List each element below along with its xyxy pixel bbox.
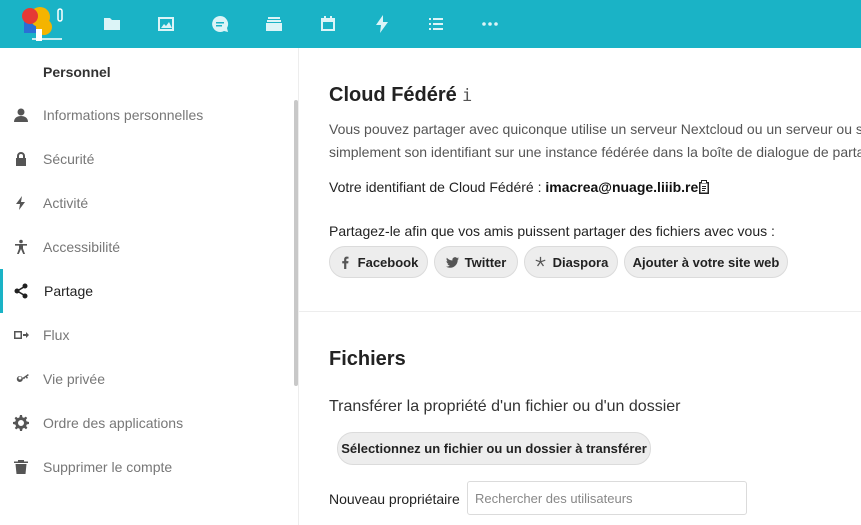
twitter-share-button[interactable]: Twitter [434,246,518,278]
photos-icon[interactable] [154,12,178,36]
sidebar-item-label: Ordre des applications [43,415,184,431]
user-search-input[interactable] [467,481,747,515]
talk-icon[interactable] [208,12,232,36]
twitter-button-label: Twitter [464,254,507,270]
gear-icon [13,415,29,431]
files-icon[interactable] [100,12,124,36]
sidebar-item-label: Partage [44,283,94,299]
activity-icon[interactable] [370,12,394,36]
federated-description-line-1: Vous pouvez partager avec quiconque util… [329,121,861,137]
sidebar-item-app-order[interactable]: Ordre des applications [0,401,296,445]
section-divider [299,311,861,312]
sidebar-item-personal-info[interactable]: Informations personnelles [0,93,296,137]
sidebar-item-security[interactable]: Sécurité [0,137,296,181]
sidebar-item-label: Flux [43,327,70,343]
more-apps-icon[interactable] [478,12,502,36]
sidebar-item-accessibility[interactable]: Accessibilité [0,225,296,269]
diaspora-icon [535,256,546,266]
sidebar-item-flow[interactable]: Flux [0,313,296,357]
share-prompt: Partagez-le afin que vos amis puissent p… [329,223,775,239]
facebook-icon [341,256,349,269]
diaspora-button-label: Diaspora [552,254,609,270]
sidebar-item-activity[interactable]: Activité [0,181,296,225]
key-icon [13,371,29,387]
transfer-ownership-heading: Transférer la propriété d'un fichier ou … [329,398,681,415]
user-icon [13,107,29,123]
twitter-icon [445,256,459,268]
accessibility-icon [13,239,29,255]
sidebar-item-label: Vie privée [43,371,106,387]
federated-description-line-2: simplement son identifiant sur une insta… [329,144,861,160]
sidebar-item-sharing[interactable]: Partage [0,269,296,313]
select-file-button-label: Sélectionnez un fichier ou un dossier à … [341,441,647,456]
add-to-website-button[interactable]: Ajouter à votre site web [624,246,788,278]
cloud-id-value: imacrea@nuage.liiib.re [545,179,699,195]
nextcloud-logo[interactable] [18,5,66,43]
settings-sidebar: Personnel Informations personnelles Sécu… [0,48,299,525]
tasks-icon[interactable] [424,12,448,36]
cloud-id-row: Votre identifiant de Cloud Fédéré : imac… [329,179,698,195]
diaspora-share-button[interactable]: Diaspora [524,246,618,278]
federated-cloud-title: Cloud Fédéré [329,84,457,106]
lock-icon [13,151,29,167]
facebook-share-button[interactable]: Facebook [329,246,428,278]
calendar-icon[interactable] [316,12,340,36]
clipboard-copy-icon[interactable] [696,179,712,195]
sidebar-item-label: Sécurité [43,151,95,167]
top-header [0,0,861,48]
sidebar-item-label: Accessibilité [43,239,121,255]
flow-icon [13,327,29,343]
deck-icon[interactable] [262,12,286,36]
sidebar-item-privacy[interactable]: Vie privée [0,357,296,401]
sidebar-item-label: Activité [43,195,89,211]
files-section-title: Fichiers [329,348,406,370]
new-owner-label: Nouveau propriétaire [329,491,460,507]
sidebar-item-label: Supprimer le compte [43,459,173,475]
facebook-button-label: Facebook [357,254,419,270]
share-icon [13,283,29,299]
sidebar-scrollbar[interactable] [294,100,298,386]
main-content: Cloud Fédéré i Vous pouvez partager avec… [299,48,861,525]
sidebar-item-delete-account[interactable]: Supprimer le compte [0,445,296,489]
trash-icon [13,459,29,475]
lightning-icon [13,195,29,211]
sidebar-item-label: Informations personnelles [43,107,204,123]
sidebar-caption: Personnel [43,64,111,80]
info-icon[interactable]: i [462,86,472,106]
cloud-id-label: Votre identifiant de Cloud Fédéré : [329,179,546,195]
select-file-to-transfer-button[interactable]: Sélectionnez un fichier ou un dossier à … [337,432,651,465]
add-to-website-label: Ajouter à votre site web [632,254,780,270]
